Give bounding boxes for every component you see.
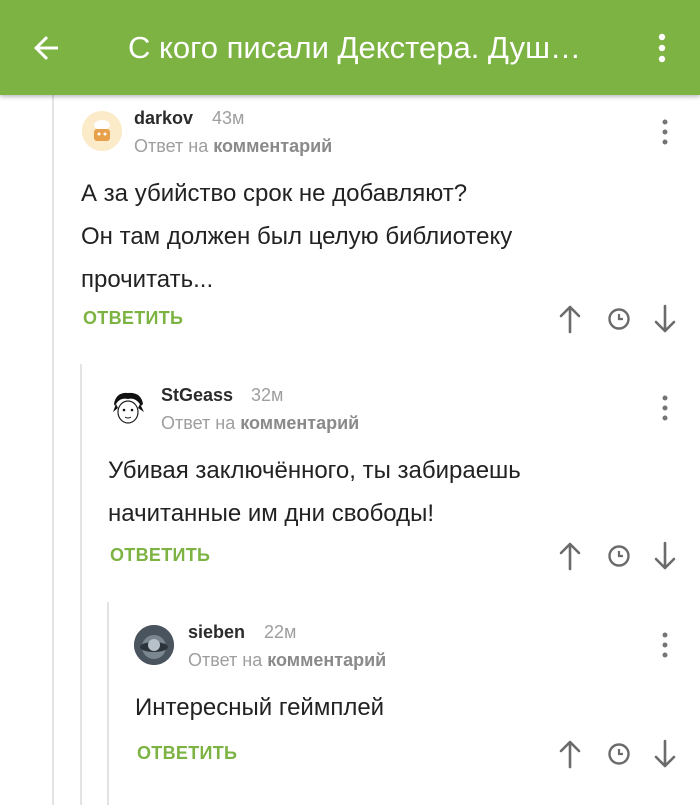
- comment-text-line: прочитать...: [81, 266, 214, 293]
- reply-prefix: Ответ на: [188, 650, 263, 670]
- reply-target-link[interactable]: комментарий: [267, 650, 386, 670]
- app-bar: С кого писали Декстера. Душ…: [0, 0, 700, 95]
- clock-icon[interactable]: [604, 739, 634, 769]
- reply-target-link[interactable]: комментарий: [240, 413, 359, 433]
- upvote-arrow-icon[interactable]: [555, 541, 585, 571]
- avatar-image: [134, 625, 174, 665]
- comment-text: Интересный геймплей: [135, 686, 384, 729]
- comment-username[interactable]: sieben: [188, 622, 245, 643]
- avatar[interactable]: [108, 388, 148, 428]
- comment-text-line: Он там должен был целую библиотеку: [81, 223, 513, 250]
- reply-button[interactable]: ОТВЕТИТЬ: [110, 545, 210, 566]
- downvote-arrow-icon[interactable]: [650, 304, 680, 334]
- avatar[interactable]: [82, 111, 122, 151]
- reply-button[interactable]: ОТВЕТИТЬ: [83, 308, 183, 329]
- page-title: С кого писали Декстера. Душ…: [128, 30, 581, 65]
- reply-to-note: Ответ на комментарий: [134, 136, 332, 157]
- avatar[interactable]: [134, 625, 174, 665]
- comment-menu-icon[interactable]: [657, 117, 673, 147]
- avatar-image: [108, 388, 148, 428]
- avatar-image: [82, 111, 122, 151]
- reply-to-note: Ответ на комментарий: [188, 650, 386, 671]
- downvote-arrow-icon[interactable]: [650, 541, 680, 571]
- comment-text-line: начитанные им дни свободы!: [108, 500, 435, 527]
- reply-prefix: Ответ на: [134, 136, 209, 156]
- reply-to-note: Ответ на комментарий: [161, 413, 359, 434]
- reply-button[interactable]: ОТВЕТИТЬ: [137, 743, 237, 764]
- comment-username[interactable]: StGeass: [161, 385, 233, 406]
- thread-line: [80, 364, 82, 805]
- comment-time: 32м: [251, 385, 284, 405]
- upvote-arrow-icon[interactable]: [555, 304, 585, 334]
- thread-line: [107, 602, 109, 805]
- comment-text: Убивая заключённого, ты забираешь начита…: [108, 449, 521, 535]
- comment-menu-icon[interactable]: [657, 630, 673, 660]
- reply-prefix: Ответ на: [161, 413, 236, 433]
- comment-text-line: А за убийство срок не добавляют?: [81, 180, 468, 207]
- comment-text: А за убийство срок не добавляют? Он там …: [81, 172, 512, 301]
- comment-menu-icon[interactable]: [657, 393, 673, 423]
- reply-target-link[interactable]: комментарий: [213, 136, 332, 156]
- comment-text-line: Убивая заключённого, ты забираешь: [108, 457, 521, 484]
- arrow-left-icon[interactable]: [28, 30, 64, 66]
- thread-line: [52, 95, 54, 805]
- more-vertical-icon[interactable]: [648, 30, 676, 66]
- comment-time: 22м: [264, 622, 297, 642]
- clock-icon[interactable]: [604, 304, 634, 334]
- downvote-arrow-icon[interactable]: [650, 739, 680, 769]
- comment-text-line: Интересный геймплей: [135, 694, 385, 721]
- comment-username[interactable]: darkov: [134, 108, 193, 129]
- upvote-arrow-icon[interactable]: [555, 739, 585, 769]
- comment-time: 43м: [212, 108, 245, 128]
- clock-icon[interactable]: [604, 541, 634, 571]
